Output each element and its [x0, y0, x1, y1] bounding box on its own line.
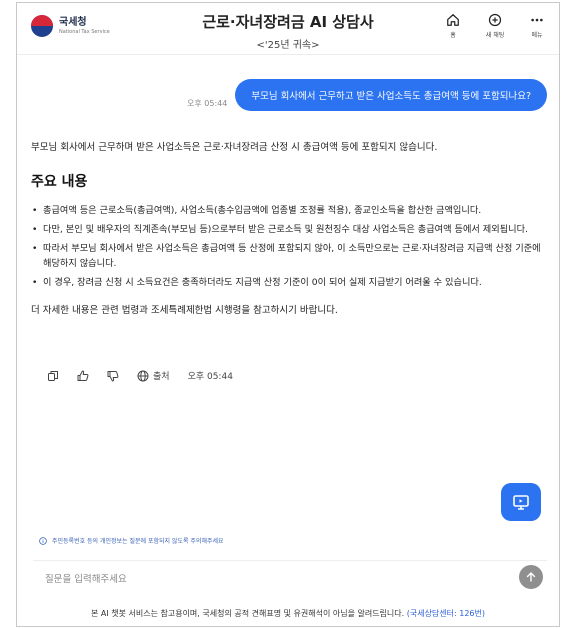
- privacy-notice: 주민등록번호 등의 개인정보는 질문에 포함되지 않도록 주의해주세요: [39, 536, 224, 545]
- more-icon: [531, 18, 543, 22]
- user-message-bubble: 부모님 회사에서 근무하고 받은 사업소득도 총급여액 등에 포함되나요?: [235, 79, 547, 111]
- thumbs-up-button[interactable]: [77, 370, 89, 382]
- user-message-time: 오후 05:44: [187, 99, 228, 108]
- send-button[interactable]: [519, 565, 543, 589]
- privacy-notice-text: 주민등록번호 등의 개인정보는 질문에 포함되지 않도록 주의해주세요: [52, 538, 224, 545]
- answer-bullets: 총급여액 등은 근로소득(총급여액), 사업소득(총수입금액에 업종별 조정률 …: [31, 203, 547, 290]
- thumbs-down-button[interactable]: [107, 370, 119, 382]
- answer-intro: 부모님 회사에서 근무하며 받은 사업소득은 근로·자녀장려금 산정 시 총급여…: [31, 142, 438, 153]
- answer-toolbar: 출처 오후 05:44: [47, 369, 233, 382]
- logo-text: 국세청: [59, 16, 87, 28]
- answer-time: 오후 05:44: [187, 372, 233, 382]
- new-chat-button[interactable]: 새 채팅: [483, 13, 507, 39]
- source-button[interactable]: 출처: [137, 369, 170, 382]
- disclaimer-text: 본 AI 챗봇 서비스는 참고용이며, 국세청의 공적 견해표명 및 유권해석이…: [90, 609, 405, 618]
- info-icon: [39, 536, 47, 545]
- thumbs-up-icon: [77, 370, 89, 381]
- answer-bullet: 따라서 부모님 회사에서 받은 사업소득은 총급여액 등 산정에 포함되지 않아…: [31, 241, 547, 271]
- answer-heading: 주요 내용: [31, 174, 88, 190]
- app-window: 국세청 National Tax Service 근로·자녀장려금 AI 상담사…: [16, 2, 560, 627]
- menu-button[interactable]: 메뉴: [525, 13, 549, 39]
- copy-icon: [48, 370, 58, 381]
- question-input[interactable]: [45, 569, 485, 589]
- disclaimer: 본 AI 챗봇 서비스는 참고용이며, 국세청의 공적 견해표명 및 유권해석이…: [17, 608, 559, 619]
- taegeuk-emblem-icon: [31, 15, 53, 37]
- bot-answer: 부모님 회사에서 근무하며 받은 사업소득은 근로·자녀장려금 산정 시 총급여…: [31, 139, 547, 316]
- source-label: 출처: [153, 372, 170, 382]
- answer-outro: 더 자세한 내용은 관련 법령과 조세특례제한법 시행령을 참고하시기 바랍니다…: [31, 305, 338, 316]
- globe-icon: [137, 370, 149, 381]
- answer-bullet: 총급여액 등은 근로소득(총급여액), 사업소득(총수입금액에 업종별 조정률 …: [31, 203, 547, 218]
- monitor-icon: [513, 495, 529, 510]
- answer-bullet: 이 경우, 장려금 신청 시 소득요건은 충족하더라도 지급액 산정 기준이 0…: [31, 275, 547, 290]
- call-center-link[interactable]: (국세상담센터: 126번): [407, 609, 485, 618]
- screen-share-button[interactable]: [501, 483, 541, 521]
- home-icon: [447, 14, 459, 26]
- arrow-up-icon: [526, 572, 536, 582]
- copy-button[interactable]: [47, 370, 59, 382]
- home-button[interactable]: 홈: [441, 13, 465, 39]
- header: 국세청 National Tax Service 근로·자녀장려금 AI 상담사…: [17, 3, 559, 55]
- thumbs-down-icon: [107, 370, 119, 381]
- header-actions: 홈 새 채팅 메뉴: [441, 13, 549, 39]
- answer-bullet: 다만, 본인 및 배우자의 직계존속(부모님 등)으로부터 받은 근로소득 및 …: [31, 222, 547, 237]
- chat-input-area: [33, 560, 547, 594]
- logo-subtext: National Tax Service: [59, 28, 110, 35]
- new-chat-icon: [488, 13, 502, 27]
- nts-logo[interactable]: 국세청 National Tax Service: [31, 15, 110, 37]
- user-message-row: 오후 05:44 부모님 회사에서 근무하고 받은 사업소득도 총급여액 등에 …: [187, 79, 547, 111]
